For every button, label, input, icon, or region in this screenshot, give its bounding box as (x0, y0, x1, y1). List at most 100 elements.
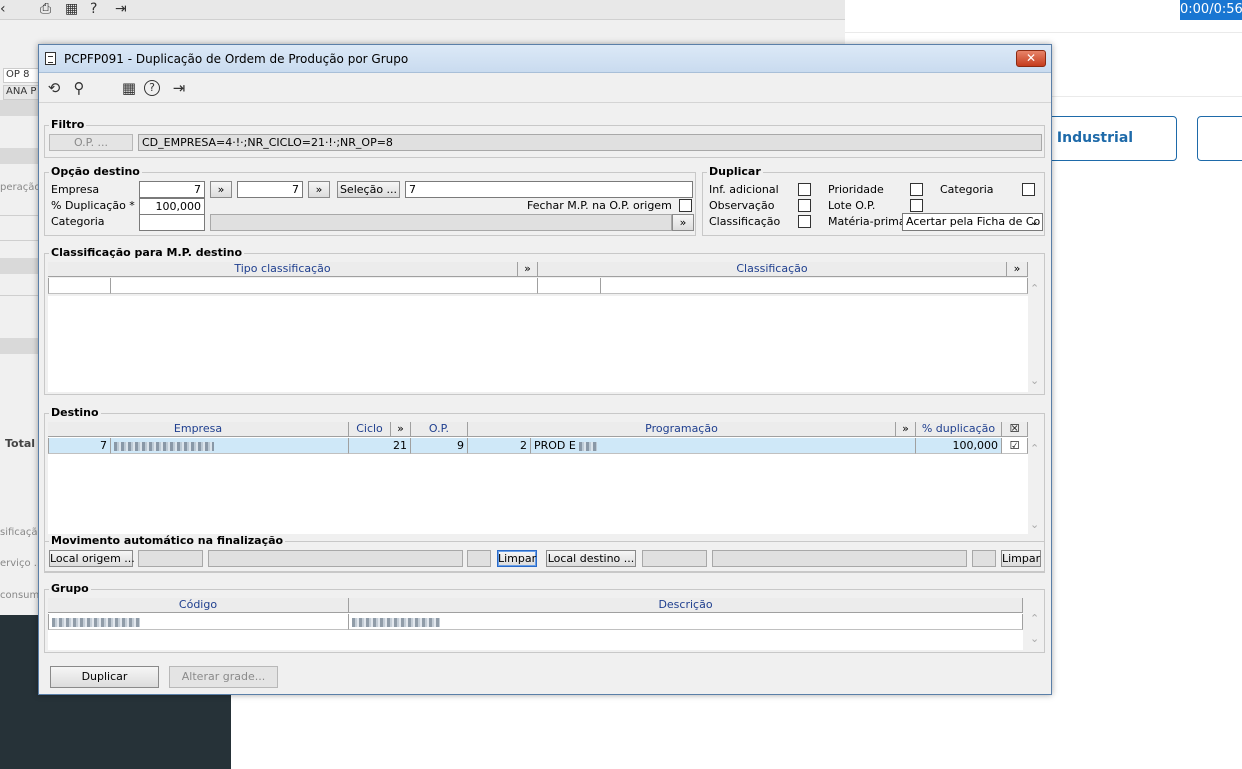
row-ciclo-cell[interactable]: 21 (349, 438, 411, 454)
tipo-classificacao-code-cell[interactable] (48, 278, 111, 294)
empresa-to-lookup-button[interactable]: » (308, 181, 330, 198)
background-name-field[interactable]: ANA P (3, 85, 40, 100)
limpar-origem-button[interactable]: Limpar (497, 550, 537, 567)
dialog-titlebar[interactable]: PCPFP091 - Duplicação de Ordem de Produç… (39, 45, 1051, 73)
grupo-group: Grupo Código Descrição ⌃ ⌄ (44, 582, 1045, 653)
programacao-column-header[interactable]: Programação (468, 422, 896, 437)
categoria-label: Categoria (51, 215, 105, 228)
empresa-column-header[interactable]: Empresa (48, 422, 349, 437)
empresa-to-field[interactable]: 7 (237, 181, 303, 198)
scroll-up-icon[interactable]: ⌃ (1030, 442, 1039, 455)
selecao-button[interactable]: Seleção ... (337, 181, 400, 198)
lote-op-checkbox[interactable] (910, 199, 923, 212)
programacao-lookup-button[interactable]: » (896, 422, 916, 437)
tipo-classificacao-column-header[interactable]: Tipo classificação (48, 262, 518, 277)
limpar-destino-button[interactable]: Limpar (1001, 550, 1041, 567)
duplicacao-percent-field[interactable]: 100,000 (139, 198, 205, 215)
local-destino-button[interactable]: Local destino ... (546, 550, 636, 567)
categoria-checkbox[interactable] (1022, 183, 1035, 196)
grupo-codigo-cell[interactable] (48, 614, 349, 630)
classificacao-table: Tipo classificação » Classificação » (48, 262, 1028, 296)
classificacao-desc-cell[interactable] (601, 278, 1028, 294)
local-origem-button[interactable]: Local origem ... (49, 550, 135, 567)
dialog-toolbar: ⟲ ⚲ ▦ ? ⇥ (39, 73, 1051, 103)
destino-table: Empresa Ciclo » O.P. Programação » % dup… (48, 422, 1028, 534)
undo-icon[interactable]: ⟲ (44, 78, 64, 98)
calendar-icon[interactable]: ▦ (65, 1, 78, 17)
help-icon[interactable]: ? (144, 80, 160, 96)
background-operacao-label: peração (0, 182, 40, 193)
op-column-header[interactable]: O.P. (411, 422, 468, 437)
lote-op-label: Lote O.P. (828, 199, 876, 212)
scroll-down-icon[interactable]: ⌄ (1030, 374, 1039, 387)
duplicacao-dialog: PCPFP091 - Duplicação de Ordem de Produç… (38, 44, 1052, 695)
row-programacao-desc-cell[interactable]: PROD E (531, 438, 916, 454)
classificacao-code-cell[interactable] (538, 278, 601, 294)
ciclo-lookup-button[interactable]: » (391, 422, 411, 437)
redacted-text (579, 441, 598, 451)
grupo-descricao-cell[interactable] (349, 614, 1023, 630)
prioridade-checkbox[interactable] (910, 183, 923, 196)
movimento-group: Movimento automático na finalização Loca… (44, 534, 1045, 572)
row-empresa-code-cell[interactable]: 7 (48, 438, 111, 454)
codigo-column-header[interactable]: Código (48, 598, 349, 613)
inf-adicional-checkbox[interactable] (798, 183, 811, 196)
empresa-from-lookup-button[interactable]: » (210, 181, 232, 198)
prioridade-label: Prioridade (828, 183, 884, 196)
scroll-up-icon[interactable]: ⌃ (1030, 612, 1039, 625)
row-duplicacao-cell[interactable]: 100,000 (916, 438, 1002, 454)
fechar-mp-checkbox[interactable] (679, 199, 692, 212)
op-lookup-button[interactable]: O.P. ... (49, 134, 133, 151)
print-icon[interactable]: ⎙ (40, 1, 51, 17)
classificacao-table-body (48, 296, 1028, 392)
alterar-grade-button[interactable]: Alterar grade... (169, 666, 278, 688)
filtro-label: Filtro (49, 118, 87, 131)
background-servico-btn[interactable]: erviço ... (0, 558, 40, 569)
inf-adicional-label: Inf. adicional (709, 183, 779, 196)
redacted-text (352, 617, 440, 627)
select-all-checkbox[interactable]: ☒ (1002, 422, 1028, 437)
search-icon[interactable]: ⚲ (69, 78, 89, 98)
descricao-column-header[interactable]: Descrição (349, 598, 1023, 613)
programacao-desc-text: PROD E (534, 439, 576, 452)
scroll-up-icon[interactable]: ⌃ (1030, 282, 1039, 295)
filtro-value-field[interactable]: CD_EMPRESA=4·!·;NR_CICLO=21·!·;NR_OP=8 (138, 134, 1042, 151)
duplicar-button[interactable]: Duplicar (50, 666, 159, 688)
empresa-label: Empresa (51, 183, 100, 196)
tipo-classificacao-lookup-button[interactable]: » (518, 262, 538, 277)
classificacao-column-header[interactable]: Classificação (538, 262, 1007, 277)
exit-icon[interactable]: ⇥ (169, 78, 189, 98)
exit-icon[interactable]: ⇥ (115, 1, 127, 17)
background-consumo-btn[interactable]: consum (0, 590, 40, 601)
close-button[interactable]: ✕ (1016, 50, 1046, 67)
classificacao-checkbox[interactable] (798, 215, 811, 228)
secondary-tab-button[interactable] (1197, 116, 1242, 161)
duplicar-group: Duplicar Inf. adicional Prioridade Categ… (702, 165, 1045, 236)
materia-prima-select[interactable]: Acertar pela Ficha de Co ⌄ (902, 213, 1043, 231)
ciclo-column-header[interactable]: Ciclo (349, 422, 391, 437)
tipo-classificacao-desc-cell[interactable] (111, 278, 538, 294)
filtro-group: Filtro O.P. ... CD_EMPRESA=4·!·;NR_CICLO… (44, 118, 1045, 158)
video-timer: 0:00/0:56 (1180, 0, 1242, 20)
scroll-down-icon[interactable]: ⌄ (1030, 518, 1039, 531)
calendar-icon[interactable]: ▦ (119, 78, 139, 98)
opcao-destino-group: Opção destino Empresa 7 » 7 » Seleção ..… (44, 165, 696, 236)
categoria-lookup-button[interactable]: » (672, 214, 694, 231)
classificacao-lookup-button[interactable]: » (1007, 262, 1028, 277)
back-icon[interactable]: ‹ (0, 1, 6, 17)
selecao-field[interactable]: 7 (405, 181, 693, 198)
materia-prima-label: Matéria-prima (828, 215, 906, 228)
row-select-checkbox[interactable]: ☑ (1002, 438, 1028, 454)
observacao-checkbox[interactable] (798, 199, 811, 212)
background-op-field[interactable]: OP 8 (3, 68, 40, 83)
redacted-text (114, 441, 214, 451)
row-op-cell[interactable]: 9 (411, 438, 468, 454)
empresa-from-field[interactable]: 7 (139, 181, 205, 198)
categoria-field[interactable] (139, 214, 205, 231)
row-empresa-name-cell[interactable] (111, 438, 349, 454)
help-icon[interactable]: ? (90, 1, 97, 17)
scroll-down-icon[interactable]: ⌄ (1030, 632, 1039, 645)
background-classificacao-btn[interactable]: sificaçã (0, 527, 40, 538)
row-programacao-num-cell[interactable]: 2 (468, 438, 531, 454)
duplicacao-column-header[interactable]: % duplicação (916, 422, 1002, 437)
